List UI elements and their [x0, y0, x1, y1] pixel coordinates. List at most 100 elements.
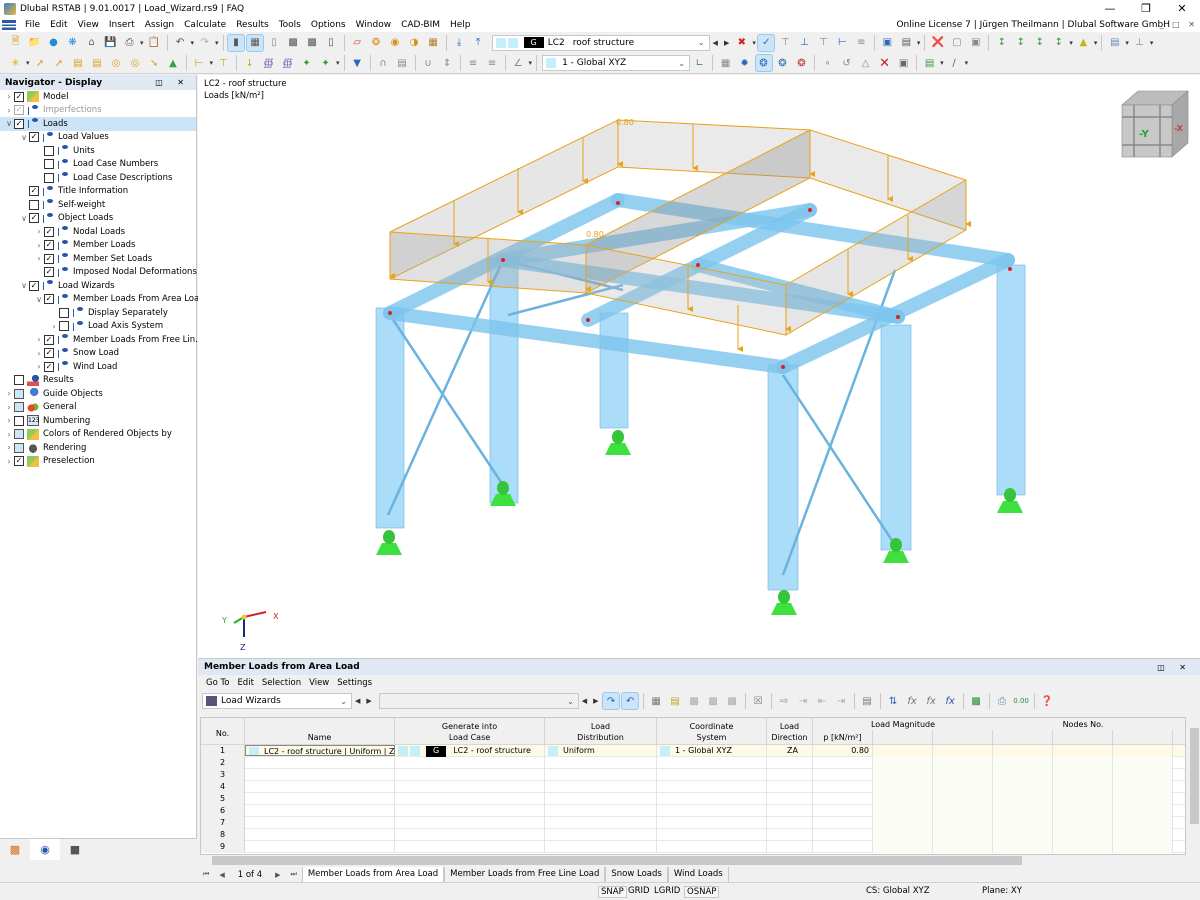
table-row[interactable]: 8 [201, 829, 1185, 841]
cell-empty[interactable] [873, 745, 933, 757]
guide-line-icon[interactable]: ↓ [242, 55, 258, 71]
cell-empty[interactable] [993, 817, 1053, 829]
deformation-icon[interactable]: ∪ [420, 55, 436, 71]
cell-name[interactable] [245, 793, 395, 805]
menu-edit[interactable]: Edit [45, 20, 72, 30]
prev-load-case-arrow[interactable]: ◀ [713, 39, 718, 47]
view-minus-x-icon[interactable]: ↕ [1051, 35, 1067, 51]
visibility-checkbox[interactable] [14, 388, 24, 399]
cell-coord[interactable] [657, 805, 767, 817]
web-service-icon[interactable]: ❋ [65, 35, 81, 51]
cell-distribution[interactable] [545, 769, 657, 781]
cell-direction[interactable] [767, 805, 813, 817]
control-panel-icon[interactable]: ▯ [323, 35, 339, 51]
table-menu-view[interactable]: View [305, 678, 333, 688]
cell-empty[interactable] [933, 829, 993, 841]
dimension-icon[interactable]: ⊢ [191, 55, 207, 71]
mirror-icon[interactable]: △ [858, 55, 874, 71]
visibility-checkbox[interactable] [59, 321, 69, 332]
cell-empty[interactable] [1053, 841, 1113, 853]
cell-empty[interactable] [873, 769, 933, 781]
cell-direction[interactable] [767, 769, 813, 781]
select-in-model-icon[interactable]: ↷ [602, 692, 621, 710]
visibility-checkbox[interactable] [29, 199, 39, 210]
nav-item-loads[interactable]: ∨ ✓ Loads [0, 117, 196, 131]
cell-load-case[interactable] [395, 817, 545, 829]
cell-name[interactable] [245, 757, 395, 769]
nav-item-load-wizards[interactable]: ∨ ✓ Load Wizards [0, 279, 196, 293]
cell-p[interactable] [813, 757, 873, 769]
cell-empty[interactable] [933, 757, 993, 769]
menu-window[interactable]: Window [351, 20, 397, 30]
cell-p[interactable] [813, 805, 873, 817]
view-minus-y-icon[interactable]: ↕ [1013, 35, 1029, 51]
nav-item-general[interactable]: › General [0, 401, 196, 415]
snap-toggle[interactable]: SNAP [598, 886, 627, 898]
import-icon[interactable]: ⇨ [776, 693, 792, 709]
sort-icon[interactable]: ⇅ [885, 693, 901, 709]
tab-data-icon[interactable]: ▩ [0, 839, 30, 860]
cell-p[interactable] [813, 769, 873, 781]
menu-insert[interactable]: Insert [104, 20, 140, 30]
show-loads-icon[interactable]: ✓ [757, 33, 776, 52]
cell-direction[interactable] [767, 793, 813, 805]
table-toggle-icon[interactable]: ▦ [246, 33, 265, 52]
table-row[interactable]: 6 [201, 805, 1185, 817]
cell-empty[interactable] [873, 841, 933, 853]
table-row[interactable]: 5 [201, 793, 1185, 805]
user-cs-icon[interactable]: ∟ [692, 55, 708, 71]
lgrid-toggle[interactable]: LGRID [654, 886, 680, 896]
arrows-icon[interactable]: ⇕ [439, 55, 455, 71]
area-load-icon[interactable]: ▱ [349, 35, 365, 51]
formula-icon[interactable]: fx [904, 693, 920, 709]
cell-empty[interactable] [933, 781, 993, 793]
next-page-button[interactable]: ▶ [270, 871, 285, 879]
cell-coord[interactable] [657, 829, 767, 841]
collapse-chevron-icon[interactable]: ∨ [4, 119, 14, 128]
nav-item-nodal-loads[interactable]: › ✓ Nodal Loads [0, 225, 196, 239]
new-file-icon[interactable]: 🗎 [8, 35, 24, 51]
cell-coord[interactable]: 1 - Global XYZ [657, 745, 767, 757]
support-display-icon[interactable]: ⊢ [834, 35, 850, 51]
cell-empty[interactable] [1113, 769, 1173, 781]
visibility-checkbox[interactable]: ✓ [44, 253, 54, 264]
select-in-table-icon[interactable]: ↶ [621, 692, 640, 710]
visibility-checkbox[interactable] [14, 375, 24, 386]
visibility-checkbox[interactable] [44, 172, 54, 183]
cell-p[interactable] [813, 829, 873, 841]
color-scale-icon[interactable]: ▤ [922, 55, 938, 71]
cell-direction[interactable] [767, 757, 813, 769]
print-icon[interactable]: ⎙ [122, 35, 138, 51]
navigator-toggle-icon[interactable]: ▮ [227, 33, 246, 52]
visibility-checkbox[interactable]: ✓ [29, 280, 39, 291]
visibility-checkbox[interactable] [14, 442, 24, 453]
cell-empty[interactable] [1113, 829, 1173, 841]
pan-view-icon[interactable]: ❂ [775, 55, 791, 71]
nav-item-display-separately[interactable]: Display Separately [0, 306, 196, 320]
cell-p[interactable] [813, 781, 873, 793]
cell-p[interactable] [813, 817, 873, 829]
formula-edit-icon[interactable]: fx [942, 693, 958, 709]
expand-chevron-icon[interactable]: › [34, 254, 44, 263]
select-members-icon[interactable]: ∰ [280, 55, 296, 71]
cell-empty[interactable] [1113, 817, 1173, 829]
dimension-display-icon[interactable]: ≡ [853, 35, 869, 51]
load-values-icon[interactable]: ⊤ [777, 35, 793, 51]
excel-export-icon[interactable]: ▩ [968, 693, 984, 709]
isometric-view-icon[interactable]: ▲ [1075, 35, 1091, 51]
prev-page-button[interactable]: ◀ [214, 871, 229, 879]
nav-item-title-information[interactable]: ✓ Title Information [0, 185, 196, 199]
imperfection-icon[interactable]: ◑ [406, 35, 422, 51]
nav-item-load-case-descriptions[interactable]: Load Case Descriptions [0, 171, 196, 185]
visibility-checkbox[interactable]: ✓ [14, 118, 24, 129]
table-row[interactable]: 7 [201, 817, 1185, 829]
cell-empty[interactable] [1053, 805, 1113, 817]
visibility-checkbox[interactable] [44, 145, 54, 156]
cell-empty[interactable] [873, 805, 933, 817]
delete-icon[interactable]: ✕ [877, 55, 893, 71]
cell-empty[interactable] [993, 793, 1053, 805]
result-values-icon[interactable]: ▤ [898, 35, 914, 51]
visibility-filter-icon[interactable]: ▼ [349, 55, 365, 71]
cell-load-case[interactable] [395, 793, 545, 805]
cell-empty[interactable] [993, 769, 1053, 781]
